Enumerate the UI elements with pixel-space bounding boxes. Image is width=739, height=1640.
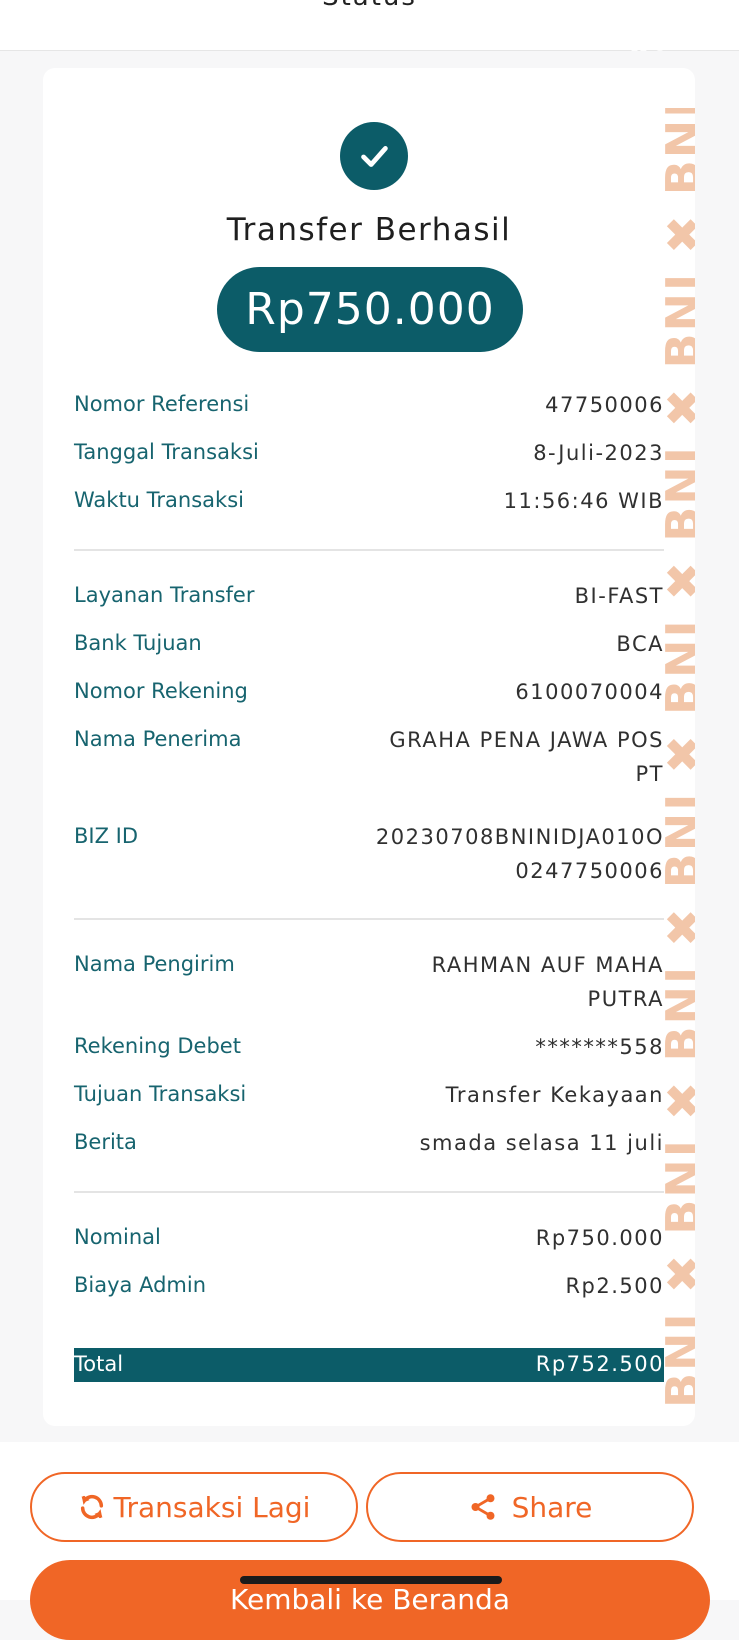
amount-badge: Rp750.000 bbox=[217, 267, 523, 352]
divider bbox=[74, 918, 664, 920]
share-button[interactable]: Share bbox=[366, 1472, 694, 1542]
row-value: BCA bbox=[616, 632, 664, 656]
success-check-icon bbox=[340, 122, 408, 190]
status-bar-time: 11:56 ✈ bbox=[48, 32, 121, 53]
row-label: Nomor Referensi bbox=[74, 392, 250, 416]
total-label: Total bbox=[74, 1352, 124, 1376]
row-label: Layanan Transfer bbox=[74, 583, 255, 607]
refresh-icon bbox=[78, 1493, 106, 1521]
total-row: Total Rp752.500 bbox=[74, 1348, 664, 1382]
row-label: Tujuan Transaksi bbox=[74, 1082, 247, 1106]
row-label: Nomor Rekening bbox=[74, 679, 248, 703]
page-title: Status bbox=[0, 0, 739, 12]
row-label: Rekening Debet bbox=[74, 1034, 241, 1058]
kembali-ke-beranda-button[interactable]: Kembali ke Beranda bbox=[30, 1560, 710, 1640]
row-value: GRAHA PENA JAWA POS PT bbox=[389, 728, 664, 786]
row-label: Nama Pengirim bbox=[74, 952, 235, 976]
receipt-card: BNI ✖ BNI ✖ BNI ✖ BNI ✖ BNI ✖ BNI ✖ BNI … bbox=[43, 68, 695, 1426]
row-label: Tanggal Transaksi bbox=[74, 440, 259, 464]
amount-value: Rp750.000 bbox=[245, 284, 495, 335]
row-value: 6100070004 bbox=[515, 680, 664, 704]
share-label: Share bbox=[511, 1490, 593, 1524]
row-label: Berita bbox=[74, 1130, 137, 1154]
row-value: BI-FAST bbox=[574, 584, 664, 608]
row-label: Bank Tujuan bbox=[74, 631, 202, 655]
total-value: Rp752.500 bbox=[535, 1352, 664, 1376]
row-value: Transfer Kekayaan bbox=[445, 1083, 664, 1107]
row-value: Rp750.000 bbox=[535, 1226, 664, 1250]
row-value: RAHMAN AUF MAHA PUTRA bbox=[431, 953, 664, 1011]
transaksi-lagi-button[interactable]: Transaksi Lagi bbox=[30, 1472, 358, 1542]
row-label: Nominal bbox=[74, 1225, 161, 1249]
row-label: Nama Penerima bbox=[74, 727, 242, 751]
top-header: Status 11:56 ✈ ▮▮ ◔ ▭ bbox=[0, 0, 739, 53]
row-label: Biaya Admin bbox=[74, 1273, 207, 1297]
row-value: smada selasa 11 juli bbox=[419, 1131, 664, 1155]
row-label: BIZ ID bbox=[74, 824, 139, 848]
row-label: Waktu Transaksi bbox=[74, 488, 244, 512]
row-value: 47750006 bbox=[545, 393, 664, 417]
receipt-title: Transfer Berhasil bbox=[226, 212, 512, 248]
divider bbox=[74, 1191, 664, 1193]
row-value: Rp2.500 bbox=[565, 1274, 664, 1298]
row-value: 11:56:46 WIB bbox=[503, 489, 664, 513]
home-indicator[interactable] bbox=[240, 1576, 502, 1584]
share-icon bbox=[468, 1492, 498, 1522]
transaksi-lagi-label: Transaksi Lagi bbox=[113, 1490, 311, 1524]
divider bbox=[74, 549, 664, 551]
status-bar-icons: ▮▮ ◔ ▭ bbox=[630, 34, 687, 53]
row-value: 20230708BNINIDJA010O0247750006 bbox=[375, 825, 664, 883]
row-value: *******558 bbox=[535, 1035, 664, 1059]
row-value: 8-Juli-2023 bbox=[533, 441, 664, 465]
